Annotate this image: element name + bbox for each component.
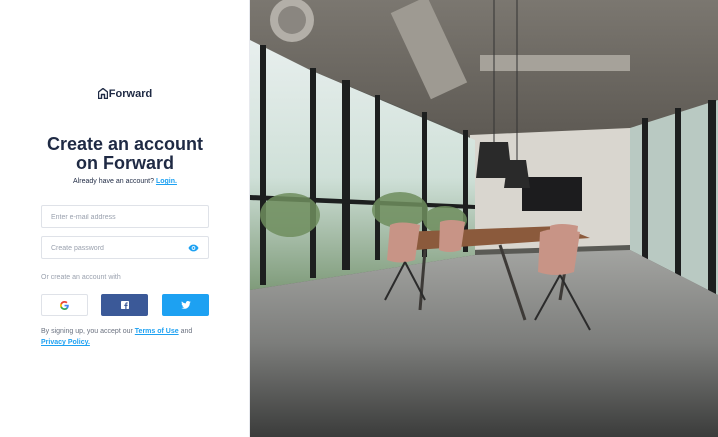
terms-of-use-link[interactable]: Terms of Use [135, 328, 179, 335]
title-line-1: Create an account [46, 134, 204, 154]
password-field[interactable] [41, 236, 209, 259]
facebook-signup-button[interactable] [101, 294, 148, 316]
facebook-icon [120, 301, 129, 309]
page-title: Create an account on Forward [0, 135, 250, 173]
terms-and: and [180, 328, 193, 335]
login-prompt: Already have an account? Login. [0, 178, 250, 185]
google-signup-button[interactable] [41, 294, 88, 316]
eye-icon[interactable] [188, 244, 199, 252]
brand-logo[interactable]: Forward [0, 88, 250, 100]
google-icon [60, 300, 69, 310]
signup-panel: Forward Create an account on Forward Alr… [0, 0, 250, 437]
house-logo-icon [97, 88, 108, 99]
login-link[interactable]: Login. [156, 178, 177, 185]
have-account-text: Already have an account? [73, 178, 154, 185]
twitter-icon [180, 301, 191, 309]
title-line-2: on Forward [76, 153, 174, 173]
hero-image [250, 0, 718, 437]
email-field[interactable] [41, 205, 209, 228]
privacy-policy-link[interactable]: Privacy Policy. [41, 339, 90, 346]
terms-prefix: By signing up, you accept our [41, 328, 133, 335]
terms-notice: By signing up, you accept our Terms of U… [41, 326, 216, 348]
email-input[interactable] [42, 207, 208, 228]
social-divider-text: Or create an account with [41, 274, 121, 281]
password-input[interactable] [42, 238, 208, 259]
office-meeting-room-photo [250, 0, 718, 437]
brand-name: Forward [108, 88, 153, 100]
twitter-signup-button[interactable] [162, 294, 209, 316]
